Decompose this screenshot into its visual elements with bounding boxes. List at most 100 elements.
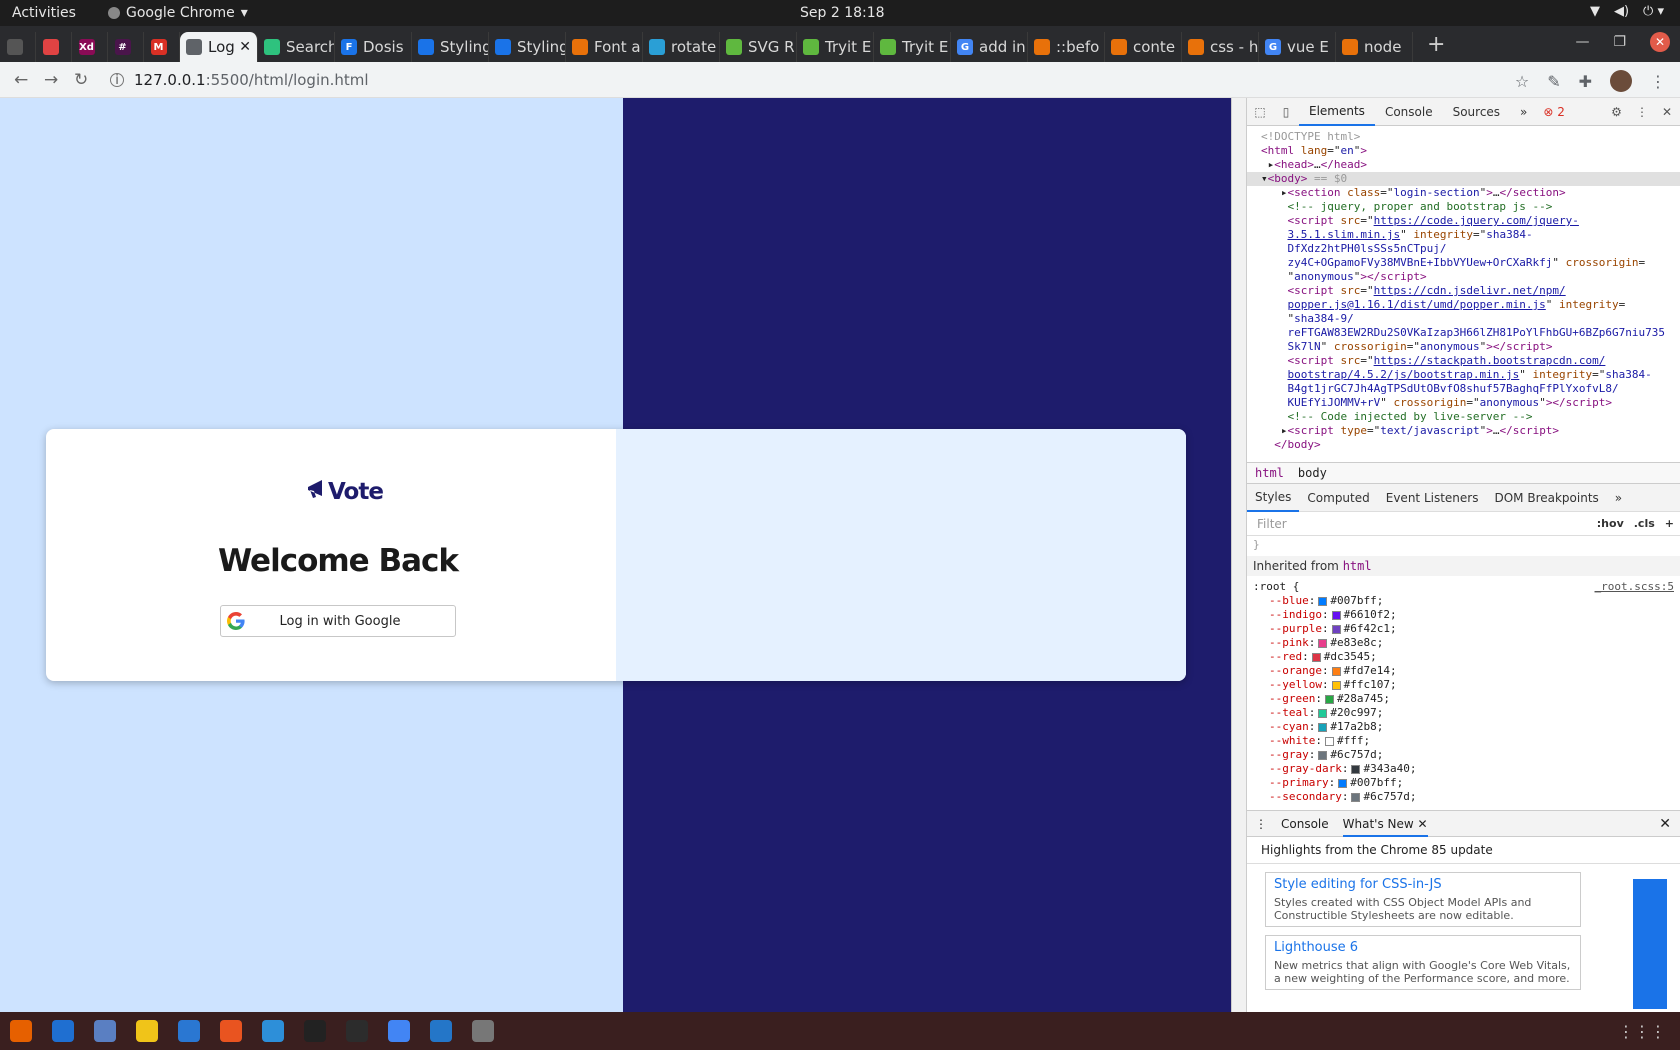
usb-drive-icon[interactable] [472,1020,494,1042]
menu-icon[interactable]: ⋮ [1650,72,1666,91]
css-variable-name[interactable]: --yellow [1269,678,1322,691]
browser-tab[interactable]: # [108,32,144,62]
css-variable-name[interactable]: --blue [1269,594,1309,607]
color-swatch[interactable] [1318,638,1328,648]
browser-tab[interactable] [0,32,36,62]
tab-computed[interactable]: Computed [1299,484,1377,512]
css-variable-name[interactable]: --teal [1269,706,1309,719]
settings-gear-icon[interactable]: ⚙ [1611,105,1622,119]
color-swatch[interactable] [1311,652,1321,662]
css-variable-value[interactable]: #007bff [1350,776,1396,789]
more-subtabs-icon[interactable]: » [1607,484,1630,512]
close-tab-icon[interactable]: ✕ [1418,817,1428,831]
add-rule-icon[interactable]: + [1665,517,1674,530]
close-tab-icon[interactable]: ✕ [239,39,251,55]
crumb-body[interactable]: body [1298,466,1327,480]
css-variable-name[interactable]: --cyan [1269,720,1309,733]
color-swatch[interactable] [1324,736,1334,746]
css-variable-value[interactable]: #17a2b8 [1330,720,1376,733]
styles-filter-input[interactable]: Filter [1253,514,1587,533]
css-variable-name[interactable]: --secondary [1269,790,1342,803]
tab-elements[interactable]: Elements [1299,98,1375,126]
css-variable[interactable]: --green: #28a745; [1253,692,1674,706]
dom-node-line[interactable]: "sha384-9/ [1261,312,1680,326]
css-variable-value[interactable]: #6610f2 [1344,608,1390,621]
whats-new-card[interactable]: Lighthouse 6 New metrics that align with… [1265,935,1581,990]
drawer-menu-icon[interactable]: ⋮ [1255,817,1267,831]
cls-toggle[interactable]: .cls [1634,517,1655,530]
avatar[interactable] [1610,70,1632,92]
close-devtools-icon[interactable]: ✕ [1662,105,1672,119]
browser-tab[interactable]: Tryit E [874,32,951,62]
chrome-icon[interactable] [388,1020,410,1042]
dom-node-line[interactable]: zy4C+OGpamoFVy38MVBnE+IbbVYUew+OrCXaRkfj… [1261,256,1680,270]
browser-tab[interactable]: Tryit E [797,32,874,62]
card-title[interactable]: Lighthouse 6 [1274,940,1572,955]
dom-node-line[interactable]: <script src="https://stackpath.bootstrap… [1261,354,1680,368]
firefox-icon[interactable] [10,1020,32,1042]
extensions-icon[interactable]: ✚ [1579,72,1592,91]
color-swatch[interactable] [1331,666,1341,676]
browser-tab-active[interactable]: Log ✕ [180,32,258,62]
browser-tab[interactable]: Gadd in [951,32,1028,62]
color-swatch[interactable] [1338,778,1348,788]
tab-console[interactable]: Console [1375,98,1443,126]
color-swatch[interactable] [1331,624,1341,634]
color-swatch[interactable] [1331,610,1341,620]
app-menu[interactable]: Google Chrome ▾ [108,5,248,21]
dom-node-line[interactable]: "anonymous"></script> [1261,270,1680,284]
device-toggle-icon[interactable]: ▯ [1273,105,1299,119]
dom-node-line[interactable]: reFTGAW83EW2RDu2S0VKaIzap3H66lZH81PoYlFh… [1261,326,1680,340]
css-variable[interactable]: --white: #fff; [1253,734,1674,748]
css-variable-value[interactable]: #6f42c1 [1344,622,1390,635]
css-variable[interactable]: --cyan: #17a2b8; [1253,720,1674,734]
color-swatch[interactable] [1331,680,1341,690]
root-selector[interactable]: :root { [1253,580,1299,594]
css-variable-value[interactable]: #fd7e14 [1344,664,1390,677]
back-icon[interactable]: ← [14,70,28,90]
css-variable[interactable]: --gray-dark: #343a40; [1253,762,1674,776]
css-variable-value[interactable]: #20c997 [1330,706,1376,719]
maximize-icon[interactable]: ❐ [1613,34,1626,50]
color-swatch[interactable] [1318,750,1328,760]
css-variable-value[interactable]: #007bff [1330,594,1376,607]
browser-tab[interactable]: Styling [489,32,566,62]
address-bar[interactable]: i 127.0.0.1:5500/html/login.html [110,66,1510,94]
kebab-menu-icon[interactable]: ⋮ [1636,105,1648,119]
browser-tab[interactable]: Gvue E [1259,32,1336,62]
css-variable-name[interactable]: --red [1269,650,1302,663]
drawer-tab-whats-new[interactable]: What's New ✕ [1342,811,1428,837]
browser-tab[interactable]: F Dosis [335,32,412,62]
dom-node-line[interactable]: KUEfYiJOMMV+rV" crossorigin="anonymous">… [1261,396,1680,410]
dom-tree[interactable]: <!DOCTYPE html> <html lang="en"> ▸<head>…… [1247,126,1680,462]
browser-tab[interactable]: Search [258,32,335,62]
browser-tab[interactable] [36,32,72,62]
css-variable-name[interactable]: --primary [1269,776,1329,789]
browser-tab[interactable]: SVG R [720,32,797,62]
minimize-icon[interactable]: — [1575,34,1589,50]
css-variable-value[interactable]: #fff [1337,734,1364,747]
css-variable-value[interactable]: #6c757d [1330,748,1376,761]
tab-styles[interactable]: Styles [1247,484,1300,512]
activities-button[interactable]: Activities [12,5,76,21]
dom-node-line[interactable]: B4gt1jrGC7Jh4AgTPSdUtOBvfO8shuf57BaghqFf… [1261,382,1680,396]
css-variable-value[interactable]: #dc3545 [1324,650,1370,663]
css-variable-name[interactable]: --orange [1269,664,1322,677]
writer-icon[interactable] [178,1020,200,1042]
color-swatch[interactable] [1351,764,1361,774]
vscode-icon[interactable] [430,1020,452,1042]
dom-node-line[interactable]: ▸<script type="text/javascript">…</scrip… [1261,424,1680,438]
rhythmbox-icon[interactable] [136,1020,158,1042]
software-icon[interactable] [220,1020,242,1042]
dom-node-line[interactable]: <!-- jquery, proper and bootstrap js --> [1261,200,1680,214]
dom-node-line[interactable]: popper.js@1.16.1/dist/umd/popper.min.js"… [1261,298,1680,312]
forward-icon[interactable]: → [44,70,58,90]
close-window-icon[interactable]: ✕ [1650,32,1670,52]
dom-node-line[interactable]: </body> [1261,438,1680,452]
close-drawer-icon[interactable]: ✕ [1659,816,1680,832]
dom-node-line[interactable]: ▸<section class="login-section">…</secti… [1261,186,1680,200]
clock[interactable]: Sep 2 18:18 [800,5,885,21]
css-variable[interactable]: --primary: #007bff; [1253,776,1674,790]
dom-node-line[interactable]: <html lang="en"> [1261,144,1680,158]
inherited-tag[interactable]: html [1343,559,1372,573]
